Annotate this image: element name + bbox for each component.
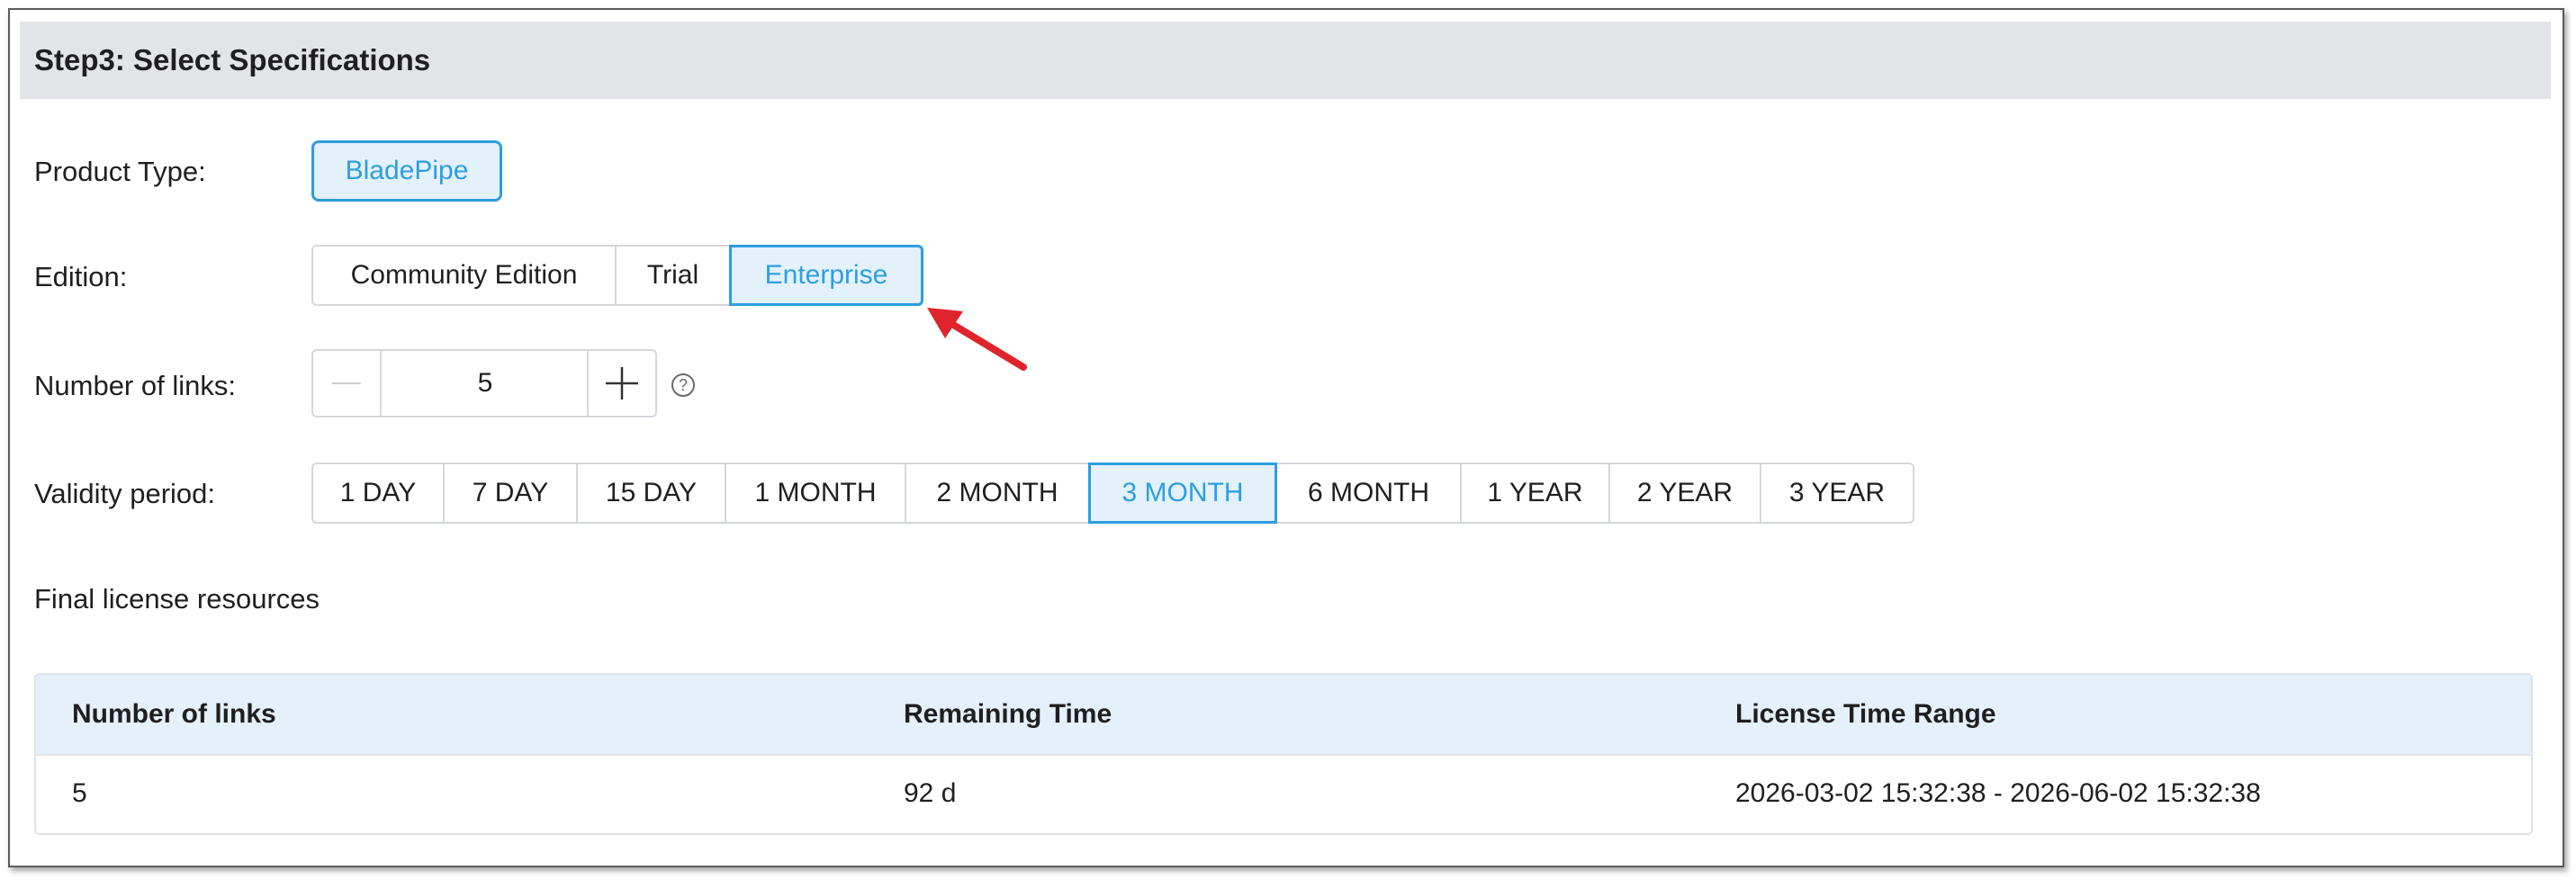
plus-icon (606, 367, 638, 400)
edition-label: Edition: (34, 261, 128, 292)
minus-icon (332, 382, 361, 384)
validity-3-month-button[interactable]: 3 MONTH (1088, 462, 1277, 524)
validity-label: Validity period: (34, 478, 216, 509)
validity-1-month-button[interactable]: 1 MONTH (725, 462, 906, 524)
table-header: Number of links Remaining Time License T… (36, 675, 2531, 756)
product-type-bladepipe-button[interactable]: BladePipe (311, 140, 502, 202)
cell-time-range: 2026-03-02 15:32:38 - 2026-06-02 15:32:3… (1735, 778, 2261, 808)
links-quantity-input[interactable]: 5 (382, 349, 589, 418)
validity-2-month-button[interactable]: 2 MONTH (905, 462, 1090, 524)
links-label: Number of links: (34, 370, 236, 401)
section-header: Step3: Select Specifications (20, 22, 2551, 99)
edition-enterprise-button[interactable]: Enterprise (729, 245, 923, 306)
edition-trial-button[interactable]: Trial (615, 245, 731, 306)
validity-2-year-button[interactable]: 2 YEAR (1608, 462, 1761, 524)
edition-community-button[interactable]: Community Edition (311, 245, 617, 306)
column-header-remaining-time: Remaining Time (904, 699, 1112, 729)
product-type-label: Product Type: (34, 156, 206, 187)
validity-3-year-button[interactable]: 3 YEAR (1760, 462, 1914, 524)
cell-links: 5 (72, 778, 87, 808)
annotation-arrow-icon (927, 308, 1027, 371)
validity-1-day-button[interactable]: 1 DAY (311, 462, 445, 524)
validity-6-month-button[interactable]: 6 MONTH (1275, 462, 1462, 524)
validity-7-day-button[interactable]: 7 DAY (443, 462, 578, 524)
license-table: Number of links Remaining Time License T… (34, 673, 2533, 835)
result-title: Final license resources (34, 583, 320, 615)
increment-button[interactable] (587, 349, 657, 418)
column-header-links: Number of links (72, 699, 276, 729)
help-question-icon[interactable]: ? (671, 373, 695, 397)
cell-remaining-time: 92 d (904, 778, 957, 808)
section-title: Step3: Select Specifications (34, 43, 431, 76)
validity-1-year-button[interactable]: 1 YEAR (1460, 462, 1610, 524)
decrement-button[interactable] (311, 349, 382, 418)
column-header-time-range: License Time Range (1735, 699, 1996, 729)
validity-15-day-button[interactable]: 15 DAY (576, 462, 726, 524)
